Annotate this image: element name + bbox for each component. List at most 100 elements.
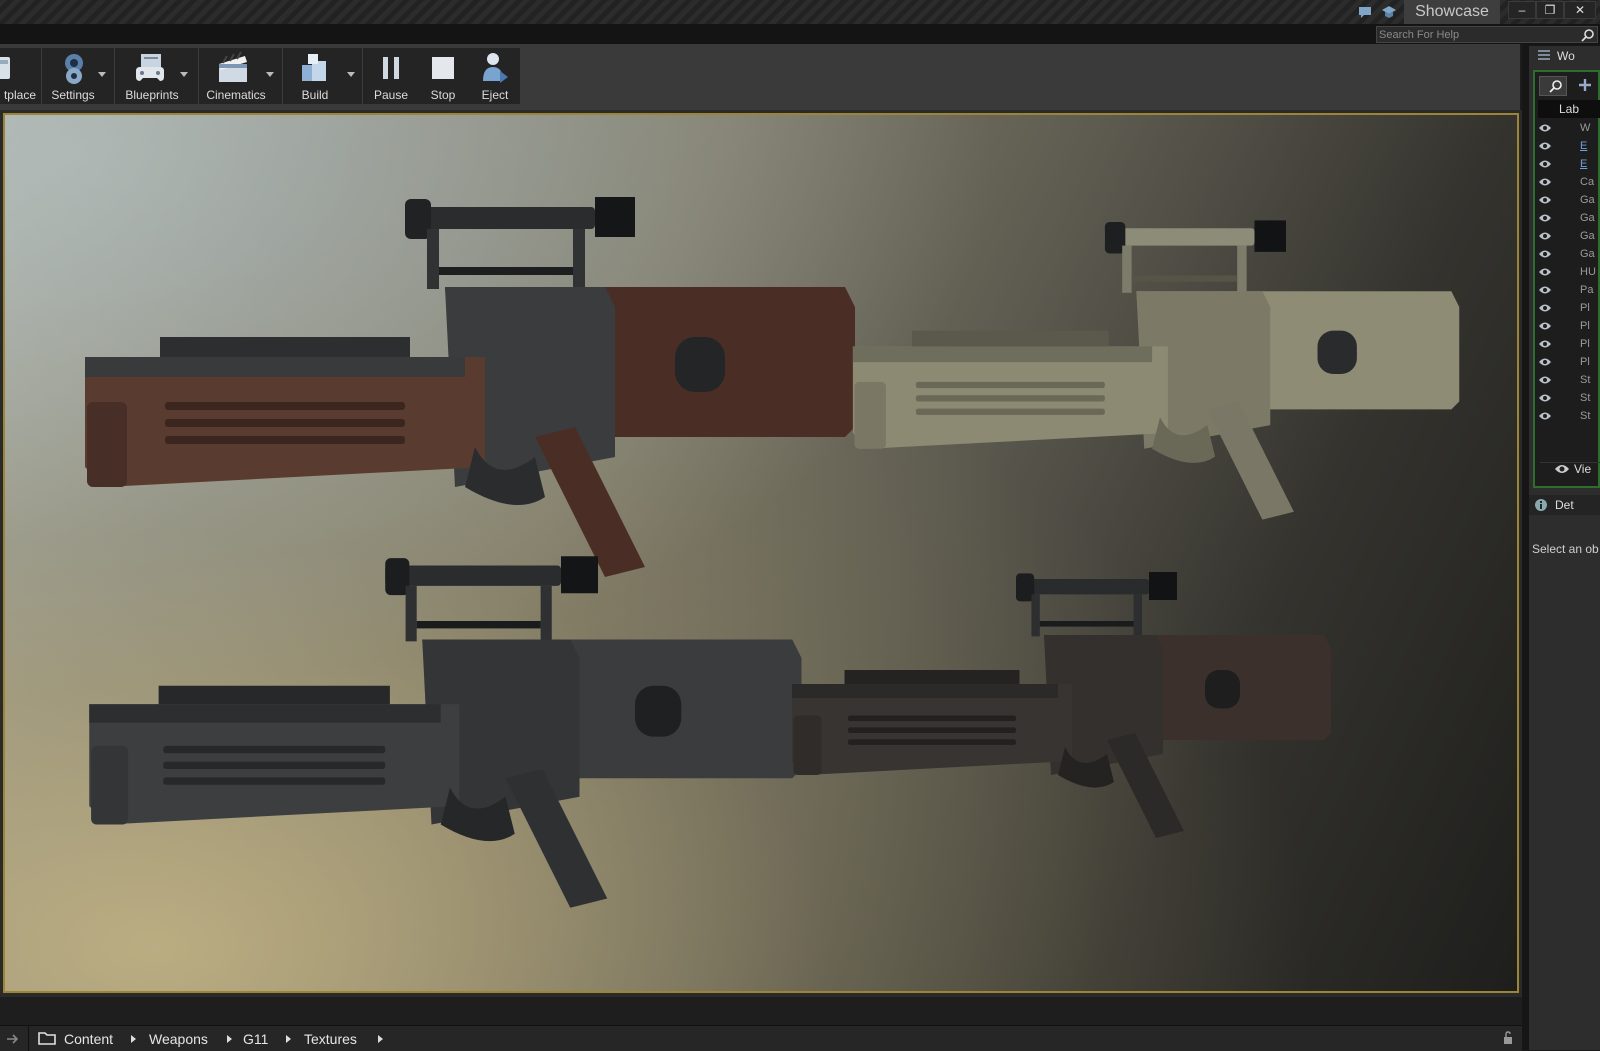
level-viewport[interactable]: [3, 113, 1519, 993]
outliner-row[interactable]: Pl: [1538, 299, 1600, 317]
visibility-eye-icon[interactable]: [1538, 176, 1552, 188]
visibility-eye-icon[interactable]: [1538, 230, 1552, 242]
outliner-row-label: St: [1580, 392, 1591, 404]
visibility-eye-icon[interactable]: [1538, 338, 1552, 350]
breadcrumb-item[interactable]: Weapons: [149, 1031, 208, 1047]
visibility-eye-icon[interactable]: [1538, 266, 1552, 278]
marketplace-button[interactable]: tplace: [0, 48, 36, 104]
breadcrumb-arrow-icon[interactable]: [227, 1035, 232, 1043]
cinematics-button[interactable]: Cinematics: [200, 48, 280, 104]
outliner-row[interactable]: Ga: [1538, 245, 1600, 263]
outliner-row-label: Ga: [1580, 194, 1595, 206]
stop-icon: [432, 57, 454, 79]
breadcrumb-item[interactable]: Textures: [304, 1031, 357, 1047]
breadcrumb-item[interactable]: Content: [64, 1031, 113, 1047]
visibility-eye-icon[interactable]: [1538, 356, 1552, 368]
outliner-row[interactable]: E: [1538, 155, 1600, 173]
rifle-wood-brown[interactable]: [75, 187, 875, 587]
build-dropdown-arrow[interactable]: [347, 72, 355, 77]
outliner-row[interactable]: Ga: [1538, 209, 1600, 227]
close-button[interactable]: ✕: [1564, 1, 1596, 19]
folder-icon[interactable]: [38, 1031, 56, 1045]
outliner-search-button[interactable]: [1539, 76, 1567, 96]
build-button[interactable]: Build: [284, 48, 360, 104]
visibility-eye-icon[interactable]: [1538, 320, 1552, 332]
world-outliner-tab[interactable]: Wo: [1529, 46, 1600, 66]
chat-bubble-icon[interactable]: [1357, 4, 1373, 20]
world-outliner-tab-label: Wo: [1557, 49, 1575, 63]
visibility-eye-icon[interactable]: [1538, 122, 1552, 134]
title-strip: [0, 24, 1600, 44]
view-options-label: Vie: [1574, 462, 1592, 476]
build-label: Build: [301, 88, 329, 102]
blueprints-button[interactable]: Blueprints: [118, 48, 196, 104]
breadcrumb-arrow-icon[interactable]: [286, 1035, 291, 1043]
outliner-column-header[interactable]: Lab: [1538, 100, 1600, 118]
eject-button[interactable]: Eject: [470, 48, 520, 104]
visibility-eye-icon[interactable]: [1538, 392, 1552, 404]
details-tab-label: Det: [1555, 498, 1574, 512]
outliner-row-label: Ga: [1580, 212, 1595, 224]
visibility-eye-icon[interactable]: [1538, 302, 1552, 314]
minimize-button[interactable]: –: [1508, 1, 1536, 19]
settings-gears-icon: [65, 54, 83, 84]
details-tab[interactable]: Det: [1529, 495, 1600, 515]
toolbar-separator: [362, 48, 363, 104]
outliner-row-label: Pl: [1580, 338, 1590, 350]
visibility-eye-icon[interactable]: [1538, 194, 1552, 206]
settings-button[interactable]: Settings: [44, 48, 110, 104]
marketplace-icon: [0, 57, 10, 79]
outliner-row[interactable]: Ga: [1538, 191, 1600, 209]
help-search-box[interactable]: [1376, 26, 1598, 43]
outliner-row-label: Ga: [1580, 230, 1595, 242]
outliner-row[interactable]: W: [1538, 119, 1600, 137]
cinematics-dropdown-arrow[interactable]: [266, 72, 274, 77]
outliner-row-label: Ga: [1580, 248, 1595, 260]
blueprints-dropdown-arrow[interactable]: [180, 72, 188, 77]
outliner-row[interactable]: HU: [1538, 263, 1600, 281]
visibility-eye-icon[interactable]: [1538, 140, 1552, 152]
help-search-input[interactable]: [1379, 27, 1575, 42]
outliner-row-label: HU: [1580, 266, 1596, 278]
breadcrumb-item[interactable]: G11: [243, 1031, 268, 1047]
search-icon[interactable]: [1581, 28, 1595, 42]
rifle-olive-tan[interactable]: [845, 210, 1475, 530]
breadcrumb-arrow-icon[interactable]: [378, 1035, 383, 1043]
pause-button[interactable]: Pause: [366, 48, 416, 104]
stop-button[interactable]: Stop: [418, 48, 468, 104]
add-folder-icon[interactable]: [1577, 77, 1593, 93]
stop-label: Stop: [430, 88, 456, 102]
visibility-eye-icon[interactable]: [1538, 284, 1552, 296]
outliner-row[interactable]: St: [1538, 407, 1600, 425]
visibility-eye-icon[interactable]: [1538, 158, 1552, 170]
visibility-eye-icon[interactable]: [1538, 248, 1552, 260]
pause-label: Pause: [373, 88, 409, 102]
forward-arrow-icon[interactable]: [6, 1033, 20, 1045]
settings-dropdown-arrow[interactable]: [98, 72, 106, 77]
blueprints-gamepad-icon: [136, 54, 164, 81]
outliner-row[interactable]: Ca: [1538, 173, 1600, 191]
outliner-row-label: W: [1580, 122, 1591, 134]
outliner-row[interactable]: Ga: [1538, 227, 1600, 245]
restore-button[interactable]: ❐: [1536, 1, 1564, 19]
lock-icon[interactable]: [1502, 1031, 1516, 1045]
visibility-eye-icon[interactable]: [1538, 374, 1552, 386]
outliner-row[interactable]: Pl: [1538, 335, 1600, 353]
visibility-eye-icon[interactable]: [1538, 410, 1552, 422]
visibility-eye-icon[interactable]: [1538, 212, 1552, 224]
learn-cap-icon[interactable]: [1381, 4, 1397, 20]
outliner-row[interactable]: Pl: [1538, 317, 1600, 335]
outliner-row[interactable]: E: [1538, 137, 1600, 155]
rifle-dark-brown[interactable]: [785, 540, 1345, 870]
rifle-dark-grey[interactable]: [80, 547, 820, 917]
outliner-row[interactable]: Pl: [1538, 353, 1600, 371]
outliner-row[interactable]: St: [1538, 371, 1600, 389]
outliner-row-label: St: [1580, 374, 1591, 386]
outliner-row-label: Pl: [1580, 320, 1590, 332]
cinematics-clapper-icon: [219, 51, 247, 82]
outliner-row[interactable]: St: [1538, 389, 1600, 407]
outliner-row[interactable]: Pa: [1538, 281, 1600, 299]
breadcrumb-arrow-icon[interactable]: [131, 1035, 136, 1043]
eject-person-icon: [483, 53, 508, 83]
outliner-row-label: Pl: [1580, 302, 1590, 314]
